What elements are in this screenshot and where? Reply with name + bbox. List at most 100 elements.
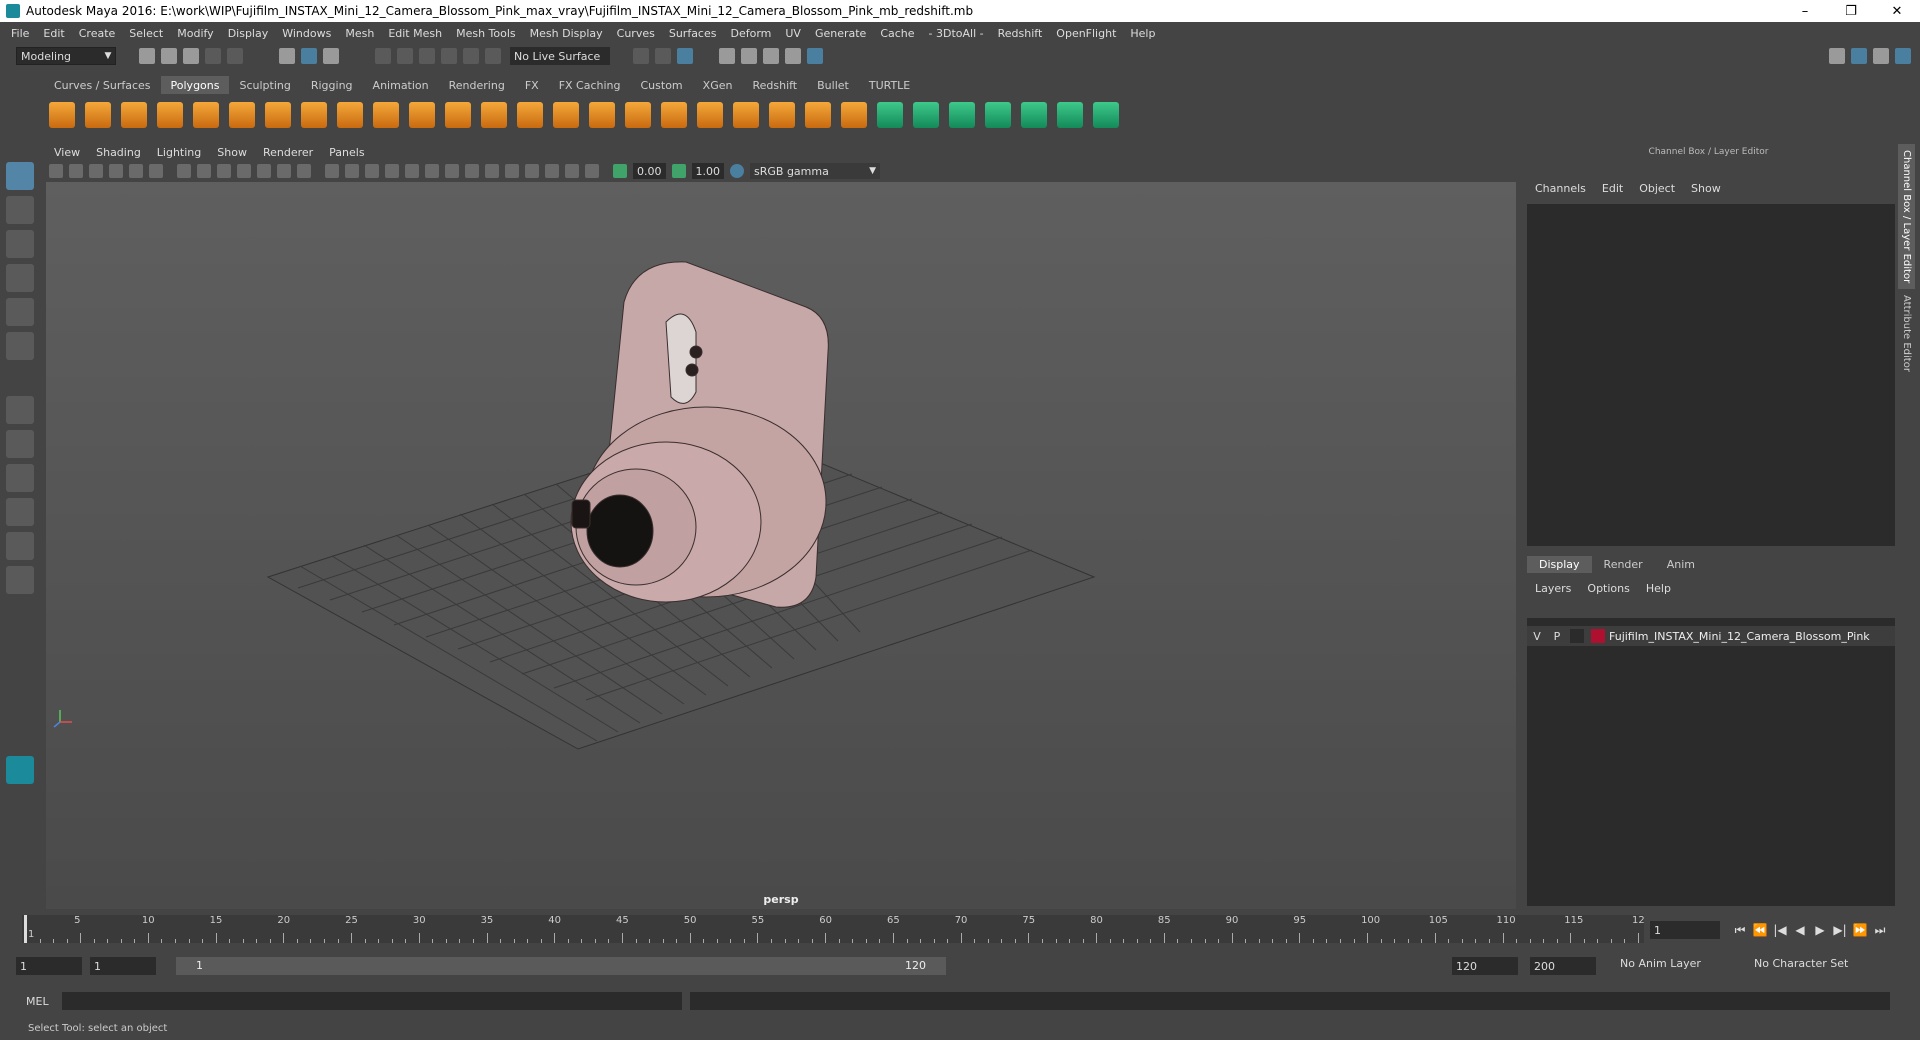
layer-row[interactable]: V P Fujifilm_INSTAX_Mini_12_Camera_Bloss… (1527, 626, 1895, 646)
wireframe-on-shaded-icon[interactable] (365, 164, 379, 178)
go-to-end-icon[interactable]: ⏭ (1870, 923, 1890, 938)
color-management-icon[interactable] (730, 164, 744, 178)
two-view-icon[interactable] (6, 464, 34, 492)
tab-animation[interactable]: Animation (363, 76, 439, 94)
character-set-dropdown[interactable]: No Character Set (1754, 957, 1848, 970)
xray-icon[interactable] (545, 164, 559, 178)
menu-3dtoall[interactable]: - 3DtoAll - (922, 27, 991, 40)
tab-render[interactable]: Render (1592, 556, 1655, 573)
menu-mesh-tools[interactable]: Mesh Tools (449, 27, 523, 40)
snap-view-plane-icon[interactable] (441, 48, 457, 64)
field-chart-icon[interactable] (257, 164, 271, 178)
range-slider[interactable]: 1 120 (176, 957, 946, 975)
le-menu-help[interactable]: Help (1638, 582, 1679, 595)
multi-cut-icon[interactable] (553, 102, 579, 128)
vp-menu-shading[interactable]: Shading (88, 146, 149, 159)
step-back-frame-icon[interactable]: |◀ (1770, 923, 1790, 937)
menu-edit[interactable]: Edit (36, 27, 71, 40)
uv-editor-icon[interactable] (1057, 102, 1083, 128)
sew-uv-icon[interactable] (1021, 102, 1047, 128)
anti-aliasing-icon[interactable] (485, 164, 499, 178)
workspace-icon[interactable] (1829, 48, 1845, 64)
menu-deform[interactable]: Deform (723, 27, 778, 40)
menu-display[interactable]: Display (221, 27, 276, 40)
textured-icon[interactable] (385, 164, 399, 178)
smooth-shade-icon[interactable] (345, 164, 359, 178)
extrude-icon[interactable] (589, 102, 615, 128)
vp-menu-renderer[interactable]: Renderer (255, 146, 321, 159)
poly-torus-icon[interactable] (229, 102, 255, 128)
step-back-key-icon[interactable]: ⏪ (1750, 923, 1770, 937)
tab-rigging[interactable]: Rigging (301, 76, 363, 94)
play-forward-icon[interactable]: ▶ (1810, 923, 1830, 937)
playback-end-field[interactable]: 120 (1452, 957, 1518, 975)
menu-generate[interactable]: Generate (808, 27, 873, 40)
render-settings-icon[interactable] (785, 48, 801, 64)
menu-uv[interactable]: UV (778, 27, 808, 40)
select-hierarchy-icon[interactable] (279, 48, 295, 64)
time-slider[interactable]: 1 5 10 15 20 25 30 35 40 45 50 55 60 65 70 75 80 85 90 95 1… (22, 915, 1644, 943)
hypershade-persp-icon[interactable] (6, 566, 34, 594)
poly-pyramid-icon[interactable] (265, 102, 291, 128)
bevel-icon[interactable] (661, 102, 687, 128)
grid-icon[interactable] (177, 164, 191, 178)
poly-pipe-icon[interactable] (301, 102, 327, 128)
insert-edge-loop-icon[interactable] (697, 102, 723, 128)
magnet-icon[interactable] (485, 48, 501, 64)
menu-mesh-display[interactable]: Mesh Display (523, 27, 610, 40)
combine-icon[interactable] (337, 102, 363, 128)
playback-start-field[interactable]: 1 (90, 957, 156, 975)
tab-redshift[interactable]: Redshift (742, 76, 807, 94)
redo-icon[interactable] (227, 48, 243, 64)
menu-help[interactable]: Help (1123, 27, 1162, 40)
smooth-icon[interactable] (445, 102, 471, 128)
safe-action-icon[interactable] (277, 164, 291, 178)
toggle-attribute-editor-icon[interactable] (1873, 48, 1889, 64)
toggle-channel-box-icon[interactable] (1851, 48, 1867, 64)
menu-redshift[interactable]: Redshift (991, 27, 1050, 40)
current-frame-field[interactable]: 1 (1650, 921, 1720, 939)
bridge-icon[interactable] (625, 102, 651, 128)
perspective-viewport[interactable]: persp (46, 182, 1516, 909)
film-gate-icon[interactable] (197, 164, 211, 178)
motion-blur-icon[interactable] (465, 164, 479, 178)
poly-cube-icon[interactable] (85, 102, 111, 128)
menu-windows[interactable]: Windows (275, 27, 338, 40)
camera-icon[interactable] (49, 164, 63, 178)
save-scene-icon[interactable] (183, 48, 199, 64)
merge-icon[interactable] (841, 102, 867, 128)
use-lights-icon[interactable] (405, 164, 419, 178)
gamma-icon[interactable] (671, 164, 686, 178)
isolate-select-icon[interactable] (525, 164, 539, 178)
open-scene-icon[interactable] (161, 48, 177, 64)
boolean-icon[interactable] (481, 102, 507, 128)
restore-button[interactable]: ❐ (1828, 4, 1874, 19)
cb-menu-edit[interactable]: Edit (1594, 182, 1631, 195)
channel-box-area[interactable] (1527, 204, 1895, 546)
menu-openflight[interactable]: OpenFlight (1049, 27, 1123, 40)
le-menu-layers[interactable]: Layers (1527, 582, 1579, 595)
cut-uv-icon[interactable] (1093, 102, 1119, 128)
rotate-tool-icon[interactable] (6, 298, 34, 326)
output-ops-icon[interactable] (655, 48, 671, 64)
step-forward-key-icon[interactable]: ⏩ (1850, 923, 1870, 937)
menu-select[interactable]: Select (122, 27, 170, 40)
extract-icon[interactable] (409, 102, 435, 128)
poly-sphere-icon[interactable] (49, 102, 75, 128)
menu-edit-mesh[interactable]: Edit Mesh (381, 27, 449, 40)
select-object-icon[interactable] (301, 48, 317, 64)
menu-cache[interactable]: Cache (873, 27, 921, 40)
cb-menu-channels[interactable]: Channels (1527, 182, 1594, 195)
move-tool-icon[interactable] (6, 264, 34, 292)
outliner-persp-icon[interactable] (6, 498, 34, 526)
shadows-icon[interactable] (425, 164, 439, 178)
step-forward-frame-icon[interactable]: ▶| (1830, 923, 1850, 937)
poly-cone-icon[interactable] (157, 102, 183, 128)
2d-pan-zoom-icon[interactable] (129, 164, 143, 178)
snap-live-icon[interactable] (463, 48, 479, 64)
exposure-icon[interactable] (613, 164, 627, 178)
gamma-field[interactable]: 1.00 (691, 163, 724, 179)
separate-icon[interactable] (373, 102, 399, 128)
layer-playback-toggle[interactable]: P (1547, 630, 1567, 643)
menu-curves[interactable]: Curves (610, 27, 662, 40)
